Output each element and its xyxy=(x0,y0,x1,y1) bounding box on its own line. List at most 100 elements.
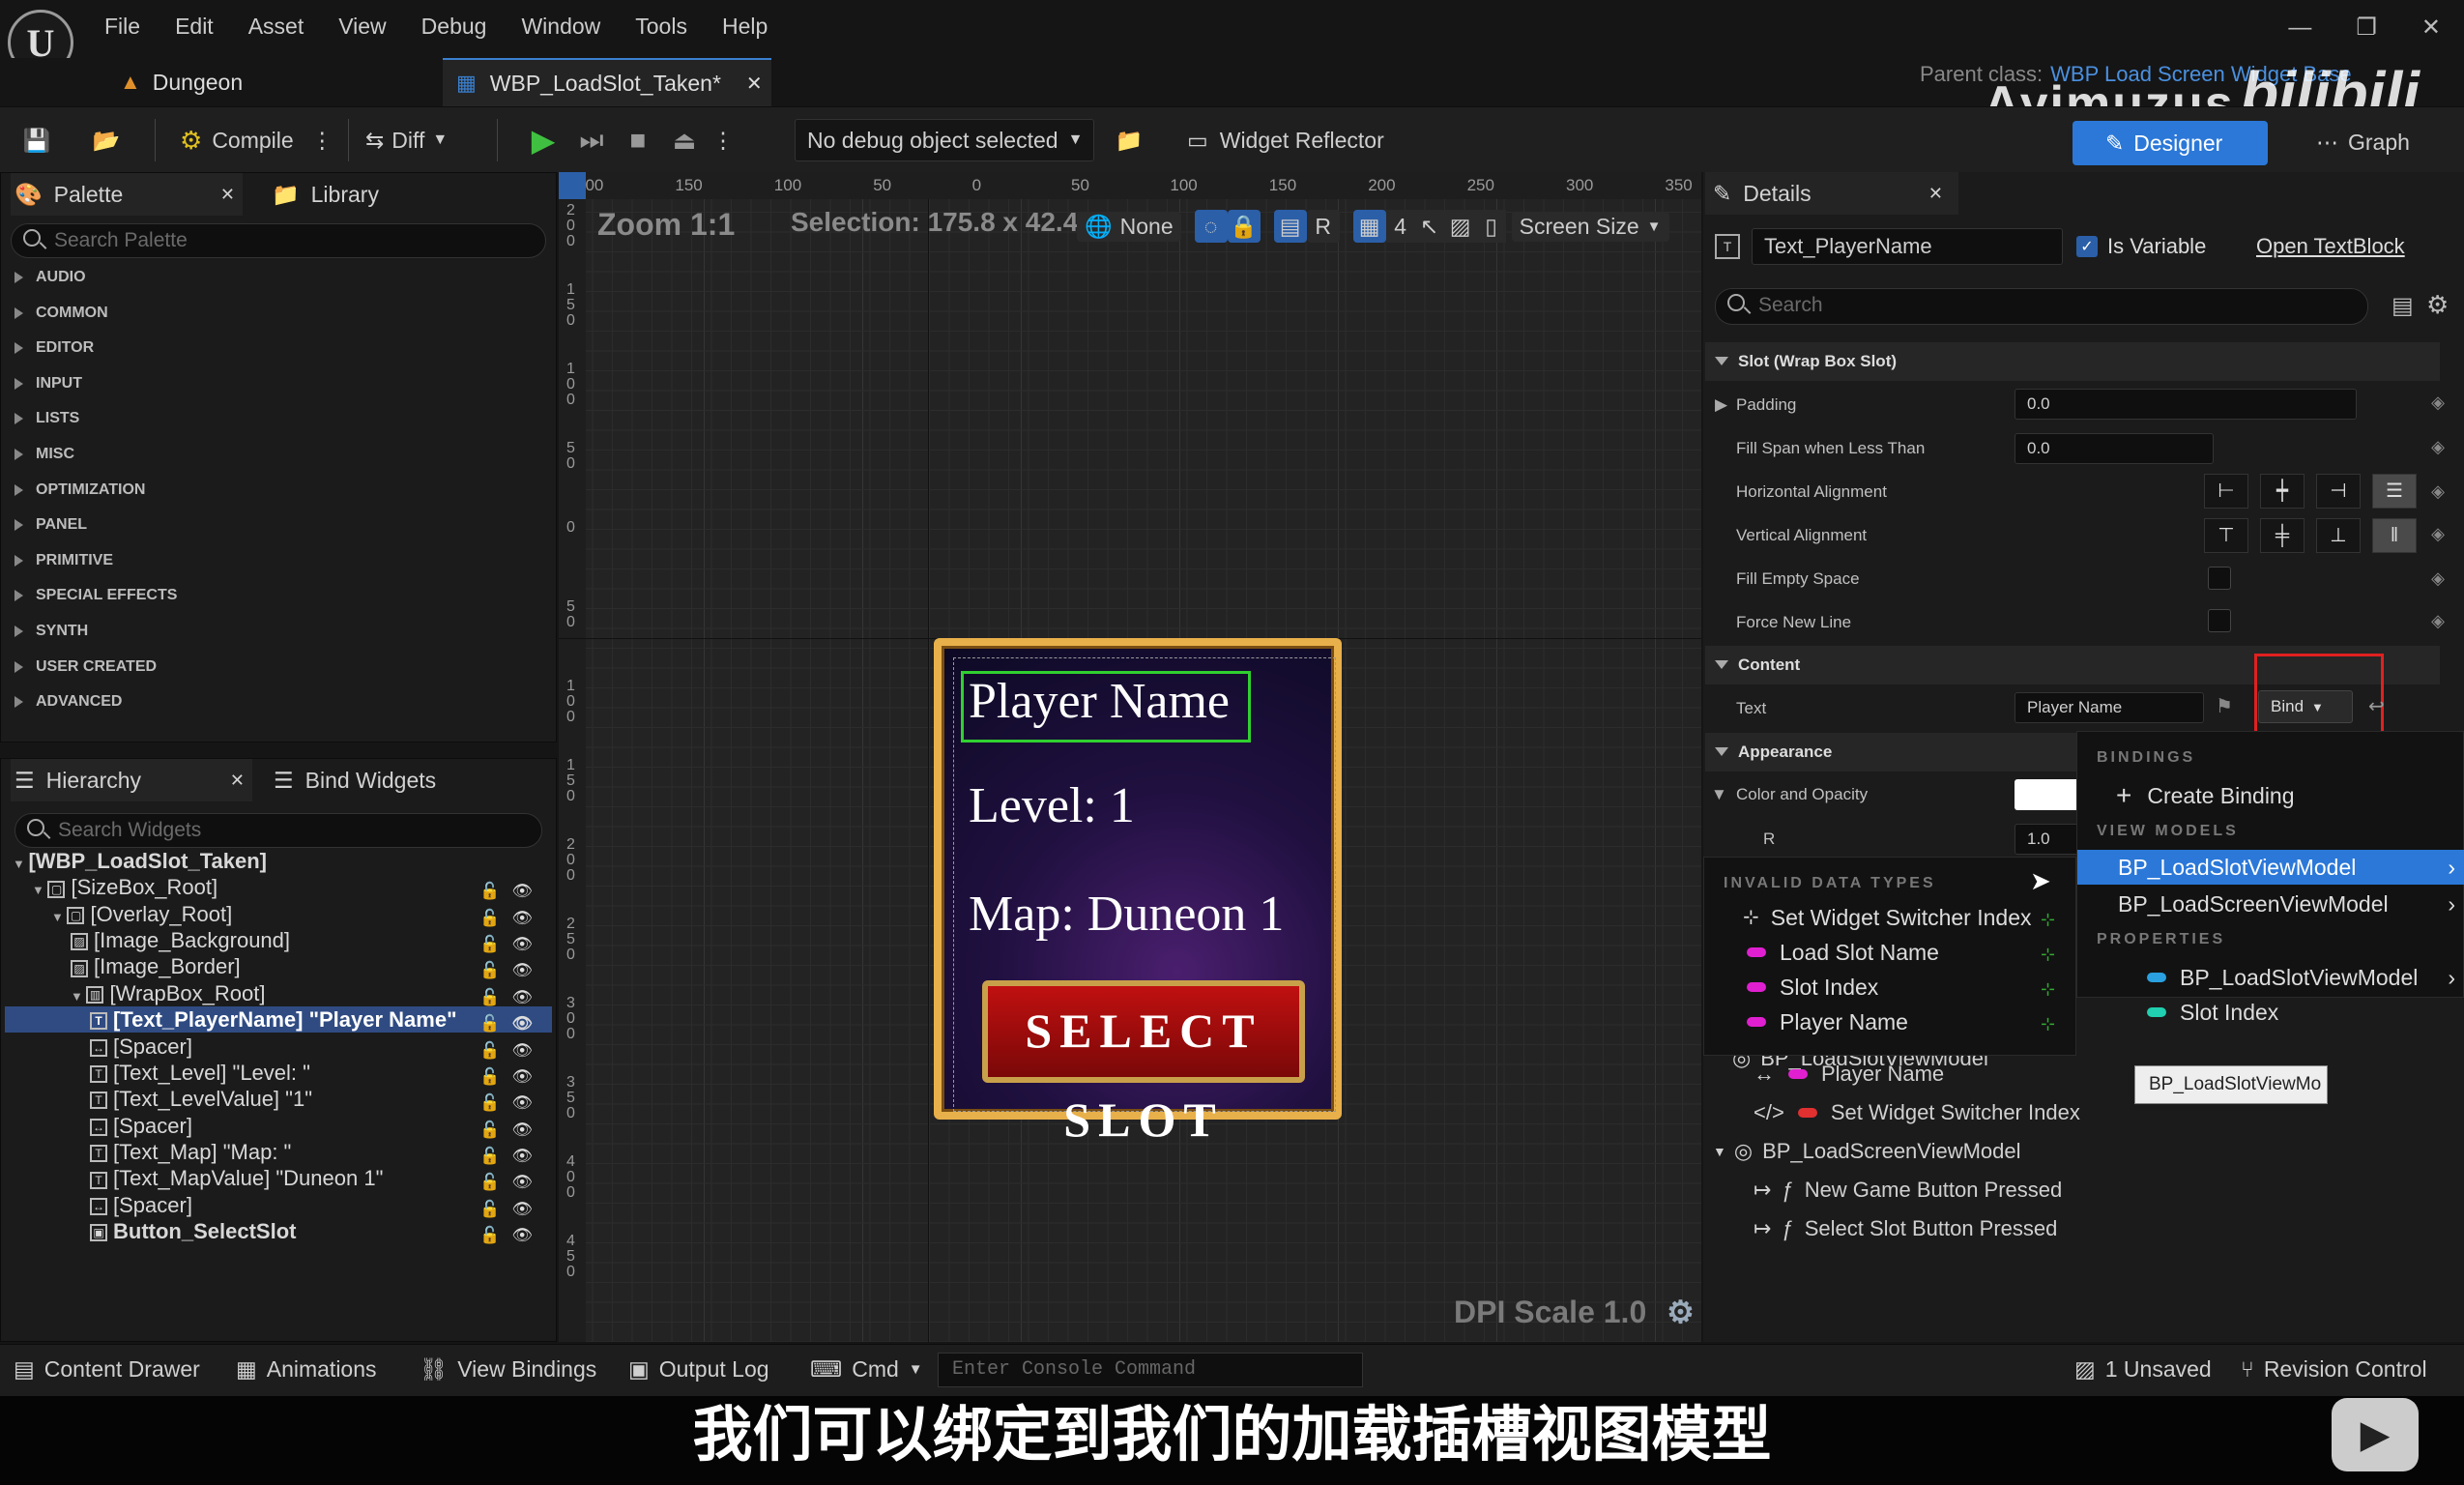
console-input[interactable]: Enter Console Command xyxy=(938,1353,1363,1387)
align-center-icon[interactable]: ┿ xyxy=(2260,474,2305,509)
tab-palette[interactable]: 🎨 Palette ✕ xyxy=(11,173,243,216)
menu-edit[interactable]: Edit xyxy=(175,14,214,40)
palette-category[interactable]: ADVANCED xyxy=(13,684,122,719)
compile-options-icon[interactable]: ⋮ xyxy=(311,128,333,154)
force-new-line-checkbox[interactable] xyxy=(2208,609,2231,632)
cmd-select[interactable]: ⌨ Cmd ▼ xyxy=(810,1356,923,1383)
menu-help[interactable]: Help xyxy=(722,14,768,40)
palette-category[interactable]: PANEL xyxy=(13,508,87,542)
load-slot-card-preview[interactable]: Player Name Level: 1 Map: Duneon 1 SELEC… xyxy=(934,638,1342,1147)
browse-icon[interactable]: 📂 xyxy=(87,119,126,161)
reset-icon[interactable]: ◈ xyxy=(2431,524,2445,544)
palette-category[interactable]: OPTIMIZATION xyxy=(13,473,145,508)
image-icon[interactable]: ▨ xyxy=(1443,210,1477,243)
text-property-input[interactable]: Player Name xyxy=(2015,692,2204,723)
widget-search-input[interactable]: Search Widgets xyxy=(14,813,542,848)
hierarchy-row[interactable]: ▨ [Image_Background] 🔓👁 xyxy=(5,927,552,953)
palette-category[interactable]: SPECIAL EFFECTS xyxy=(13,578,177,613)
viewmodel-row-loadscreen[interactable]: ▼ ◎ BP_LoadScreenViewModel xyxy=(1713,1139,2021,1164)
menu-tools[interactable]: Tools xyxy=(635,14,687,40)
debug-object-select[interactable]: No debug object selected ▼ xyxy=(795,119,1094,161)
property-loadslot-item[interactable]: BP_LoadSlotViewModel › xyxy=(2147,960,2464,995)
reset-icon[interactable]: ◈ xyxy=(2431,481,2445,502)
section-slot[interactable]: Slot (Wrap Box Slot) xyxy=(1705,342,2440,381)
tab-details[interactable]: ✎ Details ✕ xyxy=(1705,172,1958,215)
is-variable-checkbox[interactable]: ✓ Is Variable xyxy=(2076,234,2206,259)
palette-category[interactable]: USER CREATED xyxy=(13,650,157,684)
close-tab-icon[interactable]: ✕ xyxy=(746,72,763,96)
palette-category[interactable]: EDITOR xyxy=(13,331,94,365)
hierarchy-row[interactable]: T [Text_Level] "Level: " 🔓👁 xyxy=(5,1060,552,1086)
tab-hierarchy[interactable]: ☰ Hierarchy ✕ xyxy=(11,759,252,801)
menu-asset[interactable]: Asset xyxy=(248,14,304,40)
padding-input[interactable]: 0.0 xyxy=(2015,389,2357,420)
hierarchy-row[interactable]: ▨ [Image_Border] 🔓👁 xyxy=(5,953,552,979)
respect-locks-icon[interactable]: ▤ xyxy=(1273,210,1307,243)
save-icon[interactable]: 💾 xyxy=(19,119,54,161)
close-tab-icon[interactable]: ✕ xyxy=(1928,184,1943,204)
eject-icon[interactable]: ⏏ xyxy=(665,119,704,161)
align-fill-icon[interactable]: ☰ xyxy=(2372,474,2417,509)
hierarchy-row[interactable]: ↔ [Spacer] 🔓👁 xyxy=(5,1034,552,1060)
close-window-icon[interactable]: ✕ xyxy=(2421,14,2441,42)
hierarchy-row[interactable]: T [Text_MapValue] "Duneon 1" 🔓👁 xyxy=(5,1165,552,1191)
collapse-arrow-icon[interactable]: ▼ xyxy=(1711,785,1727,804)
expand-arrow-icon[interactable]: ▶ xyxy=(1715,395,1727,415)
content-drawer-button[interactable]: ▤ Content Drawer xyxy=(14,1356,200,1383)
details-search-input[interactable]: Search xyxy=(1715,288,2368,325)
play-icon[interactable]: ▶ xyxy=(524,119,563,161)
add-binding-icon[interactable]: ⊹ ⊹ ⊹ ⊹ xyxy=(2041,902,2055,1041)
widget-name-input[interactable]: Text_PlayerName xyxy=(1752,228,2063,265)
stop-icon[interactable]: ■ xyxy=(619,119,657,161)
property-slot-index-item[interactable]: Slot Index xyxy=(2147,995,2278,1030)
hierarchy-row[interactable]: T [Text_PlayerName] "Player Name" 🔓👁 xyxy=(5,1006,552,1034)
palette-category[interactable]: LISTS xyxy=(13,401,79,436)
align-right-icon[interactable]: ⊣ xyxy=(2316,474,2361,509)
reset-icon[interactable]: ◈ xyxy=(2431,437,2445,457)
menu-file[interactable]: File xyxy=(104,14,140,40)
tab-project[interactable]: ▲ Dungeon xyxy=(106,58,396,106)
align-left-icon[interactable]: ⊢ xyxy=(2204,474,2248,509)
undo-arrow-icon[interactable]: ↩ xyxy=(2368,694,2385,718)
reset-icon[interactable]: ◈ xyxy=(2431,568,2445,589)
map-text[interactable]: Map: Duneon 1 xyxy=(969,886,1284,943)
prop-set-widget-switcher-index[interactable]: ⊹ Set Widget Switcher Index xyxy=(1743,900,2032,935)
player-name-text[interactable]: Player Name xyxy=(969,673,1230,730)
palette-category[interactable]: AUDIO xyxy=(13,260,86,295)
binding-switcher-index[interactable]: </> Set Widget Switcher Index xyxy=(1754,1100,2080,1125)
expand-arrow-icon[interactable]: ▼ xyxy=(51,910,67,924)
menu-debug[interactable]: Debug xyxy=(421,14,487,40)
binding-player-name[interactable]: ↔ Player Name xyxy=(1754,1062,1944,1087)
expand-arrow-icon[interactable]: ▼ xyxy=(71,989,86,1004)
minimize-icon[interactable]: — xyxy=(2288,15,2311,42)
settings-gear-icon[interactable]: ⚙ xyxy=(2426,290,2449,320)
unsaved-button[interactable]: ▨ 1 Unsaved xyxy=(2074,1356,2212,1383)
tab-bind-widgets[interactable]: ☰ Bind Widgets xyxy=(274,759,436,801)
localize-flag-icon[interactable]: ⚑ xyxy=(2216,694,2233,718)
maximize-icon[interactable]: ❐ xyxy=(2356,14,2377,42)
tv-play-icon[interactable]: ▶ xyxy=(2332,1398,2419,1471)
gear-icon[interactable]: ⚙ xyxy=(1667,1295,1695,1329)
r-toggle[interactable]: R xyxy=(1306,210,1340,243)
outline-icon[interactable]: ▯ xyxy=(1476,210,1506,243)
hierarchy-row[interactable]: ▣ Button_SelectSlot 🔓👁 xyxy=(5,1218,552,1244)
open-textblock-link[interactable]: Open TextBlock xyxy=(2256,234,2405,259)
cursor-icon[interactable]: ↖ xyxy=(1414,210,1444,243)
debug-browse-icon[interactable]: 📁 xyxy=(1112,119,1146,161)
screen-size-select[interactable]: Screen Size ▼ xyxy=(1511,211,1669,242)
hierarchy-row[interactable]: ↔ [Spacer] 🔓👁 xyxy=(5,1113,552,1139)
binding-new-game[interactable]: ↦ ƒ New Game Button Pressed xyxy=(1754,1178,2062,1203)
palette-category[interactable]: SYNTH xyxy=(13,614,88,649)
align-vfill-icon[interactable]: ‖ xyxy=(2372,518,2417,553)
palette-category[interactable]: COMMON xyxy=(13,296,108,331)
lock-icon[interactable]: 🔒 xyxy=(1227,210,1261,243)
widget-reflector-button[interactable]: ▭ Widget Reflector xyxy=(1187,119,1384,161)
diff-button[interactable]: ⇆ Diff ▼ xyxy=(365,119,448,161)
compile-button[interactable]: ⚙ Compile ⋮ xyxy=(180,119,333,161)
revision-control-button[interactable]: ⑂ Revision Control xyxy=(2241,1356,2427,1383)
binding-select-slot[interactable]: ↦ ƒ Select Slot Button Pressed xyxy=(1754,1216,2057,1241)
view-bindings-button[interactable]: ⛓ View Bindings xyxy=(420,1356,596,1383)
fill-span-input[interactable]: 0.0 xyxy=(2015,433,2214,464)
flow-direction-icon[interactable]: ◌ xyxy=(1194,210,1228,243)
palette-category[interactable]: MISC xyxy=(13,437,74,472)
